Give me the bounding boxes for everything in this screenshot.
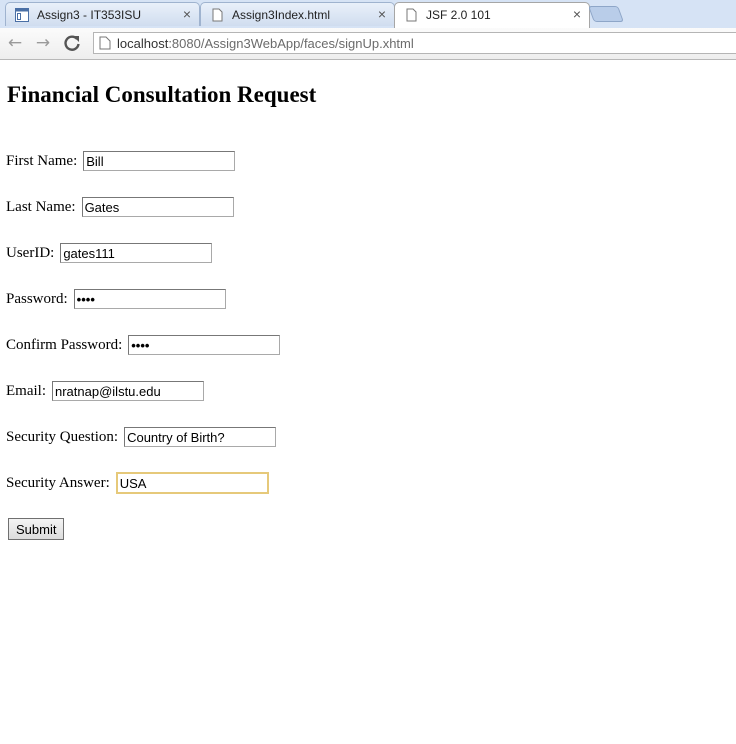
first-name-label: First Name: bbox=[6, 152, 78, 169]
confirm-password-row: Confirm Password: bbox=[6, 335, 281, 355]
window-icon bbox=[15, 8, 29, 22]
security-answer-input[interactable] bbox=[115, 472, 269, 494]
email-row: Email: bbox=[6, 381, 204, 401]
tab-strip: Assign3 - IT353ISU × Assign3Index.html ×… bbox=[0, 0, 736, 29]
userid-input[interactable] bbox=[60, 243, 213, 263]
email-label: Email: bbox=[6, 382, 46, 399]
last-name-input[interactable] bbox=[81, 197, 234, 217]
security-answer-row: Security Answer: bbox=[6, 472, 269, 494]
page-icon bbox=[212, 8, 223, 22]
last-name-row: Last Name: bbox=[6, 197, 234, 217]
password-input[interactable] bbox=[73, 289, 226, 309]
userid-row: UserID: bbox=[6, 243, 213, 263]
last-name-label: Last Name: bbox=[6, 198, 76, 215]
back-arrow-icon[interactable]: ← bbox=[5, 33, 25, 53]
url-text[interactable]: localhost:8080/Assign3WebApp/faces/signU… bbox=[117, 36, 414, 51]
submit-button[interactable]: Submit bbox=[8, 518, 65, 540]
tab-title: Assign3Index.html bbox=[232, 8, 331, 22]
tab-assign3index[interactable]: Assign3Index.html × bbox=[200, 2, 395, 26]
url-host: localhost bbox=[117, 36, 169, 51]
new-tab-button[interactable] bbox=[588, 6, 624, 22]
security-question-input[interactable] bbox=[124, 427, 277, 447]
url-path: :8080/Assign3WebApp/faces/signUp.xhtml bbox=[168, 36, 414, 51]
tab-title: Assign3 - IT353ISU bbox=[37, 8, 142, 22]
page-icon bbox=[99, 36, 111, 50]
close-icon[interactable]: × bbox=[573, 6, 581, 22]
reload-icon[interactable] bbox=[62, 33, 82, 53]
address-bar[interactable]: localhost:8080/Assign3WebApp/faces/signU… bbox=[93, 32, 736, 54]
confirm-password-input[interactable] bbox=[128, 335, 281, 355]
forward-arrow-icon[interactable]: → bbox=[33, 33, 53, 53]
first-name-input[interactable] bbox=[83, 151, 236, 171]
email-input[interactable] bbox=[52, 381, 204, 401]
tab-jsf[interactable]: JSF 2.0 101 × bbox=[394, 2, 590, 29]
security-question-label: Security Question: bbox=[6, 428, 119, 445]
page-title: Financial Consultation Request bbox=[7, 82, 317, 107]
security-answer-label: Security Answer: bbox=[6, 474, 110, 491]
password-row: Password: bbox=[6, 289, 226, 309]
confirm-password-label: Confirm Password: bbox=[6, 336, 123, 353]
tab-assign3[interactable]: Assign3 - IT353ISU × bbox=[5, 2, 200, 26]
page-icon bbox=[406, 8, 417, 22]
security-question-row: Security Question: bbox=[6, 427, 277, 447]
password-label: Password: bbox=[6, 290, 68, 307]
userid-label: UserID: bbox=[6, 244, 55, 261]
close-icon[interactable]: × bbox=[378, 6, 386, 22]
close-icon[interactable]: × bbox=[183, 6, 191, 22]
first-name-row: First Name: bbox=[6, 151, 236, 171]
tab-title: JSF 2.0 101 bbox=[426, 8, 491, 22]
